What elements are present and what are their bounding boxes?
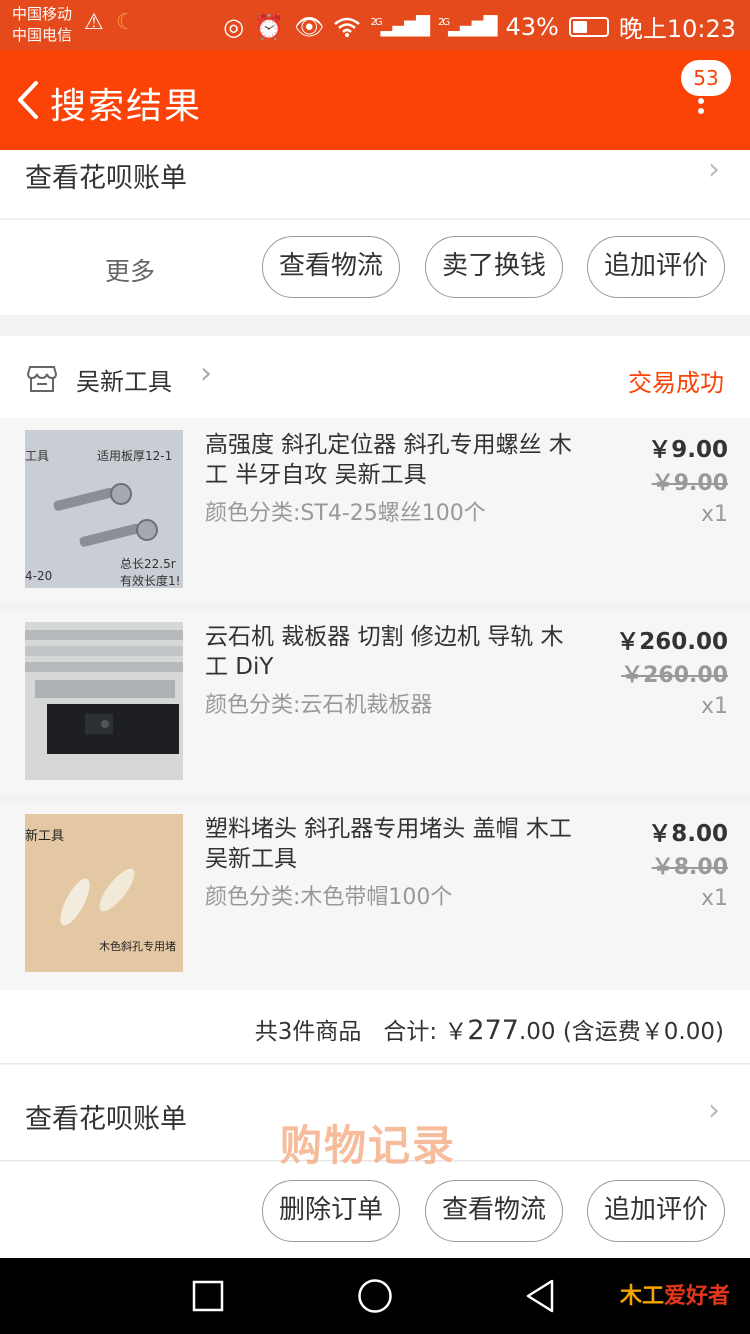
total-decimal: .00	[518, 1019, 556, 1045]
back-arrow-icon[interactable]	[12, 80, 46, 120]
nfc-icon: ◎	[223, 12, 245, 41]
view-logistics-button[interactable]: 查看物流	[425, 1180, 563, 1242]
alarm-icon: ⏰	[254, 12, 285, 41]
more-options-icon[interactable]	[696, 88, 706, 118]
signal-icon-2: 2G▂▄▆█	[437, 16, 497, 37]
order-summary: 共3件商品 合计: ￥277.00 (含运费￥0.00)	[0, 990, 750, 1064]
thumb-text: 总长22.5r	[120, 557, 176, 571]
eye-icon: 👁	[294, 12, 325, 41]
delete-order-button[interactable]: 删除订单	[262, 1180, 400, 1242]
item-spec: 颜色分类:云石机裁板器	[205, 693, 433, 718]
add-review-button[interactable]: 追加评价	[587, 1180, 725, 1242]
status-right: ◎ ⏰ 👁 2G▂▄▆█ 2G▂▄▆█ 43% 晚上10:23	[223, 9, 736, 44]
item-original-price: ￥260.00	[621, 663, 728, 688]
thumb-text: 4-20	[25, 569, 52, 583]
item-title: 塑料堵头 斜孔器专用堵头 盖帽 木工 吴新工具	[205, 816, 572, 872]
item-spec: 颜色分类:木色带帽100个	[205, 885, 453, 910]
watermark-text: 购物记录	[280, 1121, 457, 1170]
order-item[interactable]: 新工具 木色斜孔专用堵 塑料堵头 斜孔器专用堵头 盖帽 木工 吴新工具 颜色分类…	[0, 802, 750, 990]
signal-icon-1: 2G▂▄▆█	[370, 16, 429, 37]
order-item[interactable]: 工具 适用板厚12-1 总长22.5r 有效长度1! 4-20 高强度 斜孔定位…	[0, 418, 750, 602]
carrier-2: 中国电信	[12, 26, 73, 44]
shipping-note: (含运费￥0.00)	[562, 1019, 724, 1045]
add-review-button[interactable]: 追加评价	[587, 236, 725, 298]
message-badge[interactable]: 53	[681, 60, 731, 96]
shop-icon	[27, 366, 57, 392]
sell-button[interactable]: 卖了换钱	[425, 236, 563, 298]
item-spec: 颜色分类:ST4-25螺丝100个	[205, 501, 486, 526]
home-icon[interactable]	[357, 1278, 393, 1314]
product-image	[25, 622, 183, 780]
carrier-1: 中国移动	[12, 5, 73, 23]
item-price: ￥9.00	[648, 437, 728, 463]
clock: 晚上10:23	[618, 15, 736, 43]
page-title: 搜索结果	[50, 86, 203, 127]
moon-icon: ☾	[116, 10, 136, 35]
thumb-text: 适用板厚12-1	[97, 449, 172, 463]
nav-bar: 搜索结果 53	[0, 50, 750, 150]
item-quantity: x1	[700, 886, 728, 911]
huabei-label: 查看花呗账单	[25, 163, 187, 194]
total-amount: 277	[467, 1015, 519, 1046]
thumb-text: 工具	[25, 449, 49, 463]
item-title: 云石机 裁板器 切割 修边机 导轨 木工 DiY	[205, 624, 564, 680]
system-nav-bar: 木工爱好者	[0, 1258, 750, 1334]
thumb-text: 有效长度1!	[120, 573, 180, 588]
battery-percent: 43%	[505, 12, 559, 41]
item-price: ￥260.00	[616, 629, 728, 655]
thumb-text: 新工具	[25, 828, 64, 844]
item-original-price: ￥8.00	[651, 855, 728, 880]
wifi-icon	[334, 17, 361, 37]
more-link[interactable]: 更多	[105, 252, 155, 288]
item-price: ￥8.00	[648, 821, 728, 847]
shop-name: 吴新工具	[76, 368, 172, 396]
product-image: 新工具 木色斜孔专用堵	[25, 814, 183, 972]
site-logo: 木工爱好者	[620, 1284, 731, 1309]
item-count: 共3件商品	[254, 1019, 362, 1045]
chevron-right-icon: ›	[708, 152, 720, 187]
item-quantity: x1	[700, 694, 728, 719]
item-quantity: x1	[700, 502, 728, 527]
huabei-row-top[interactable]: 查看花呗账单 ›	[0, 150, 750, 218]
item-original-price: ￥9.00	[651, 471, 728, 496]
back-triangle-icon[interactable]	[524, 1278, 556, 1314]
action-row: 删除订单 查看物流 追加评价	[0, 1162, 750, 1258]
order-item[interactable]: 云石机 裁板器 切割 修边机 导轨 木工 DiY 颜色分类:云石机裁板器 ￥26…	[0, 610, 750, 794]
product-image: 工具 适用板厚12-1 总长22.5r 有效长度1! 4-20	[25, 430, 183, 588]
recent-apps-icon[interactable]	[192, 1280, 224, 1312]
view-logistics-button[interactable]: 查看物流	[262, 236, 400, 298]
order-status: 交易成功	[628, 369, 724, 397]
battery-icon	[568, 16, 609, 37]
huabei-label: 查看花呗账单	[25, 1104, 187, 1135]
thumb-text: 木色斜孔专用堵	[99, 939, 176, 953]
summary-line: 共3件商品 合计: ￥277.00 (含运费￥0.00)	[255, 1012, 724, 1046]
action-row-top: 更多 查看物流 卖了换钱 追加评价	[0, 220, 750, 315]
status-bar: 中国移动 中国电信 ⚠ ☾ ◎ ⏰ 👁 2G▂▄▆█ 2G▂▄▆█ 43% 晚上…	[0, 0, 750, 50]
chevron-right-icon: ›	[200, 356, 212, 391]
total-label: 合计: ￥	[383, 1019, 468, 1045]
item-title: 高强度 斜孔定位器 斜孔专用螺丝 木工 半牙自攻 吴新工具	[205, 432, 572, 488]
warning-icon: ⚠	[84, 10, 104, 35]
chevron-right-icon: ›	[708, 1093, 720, 1128]
shop-header[interactable]: 吴新工具 › 交易成功	[0, 336, 750, 418]
carrier-names: 中国移动 中国电信	[12, 4, 72, 46]
